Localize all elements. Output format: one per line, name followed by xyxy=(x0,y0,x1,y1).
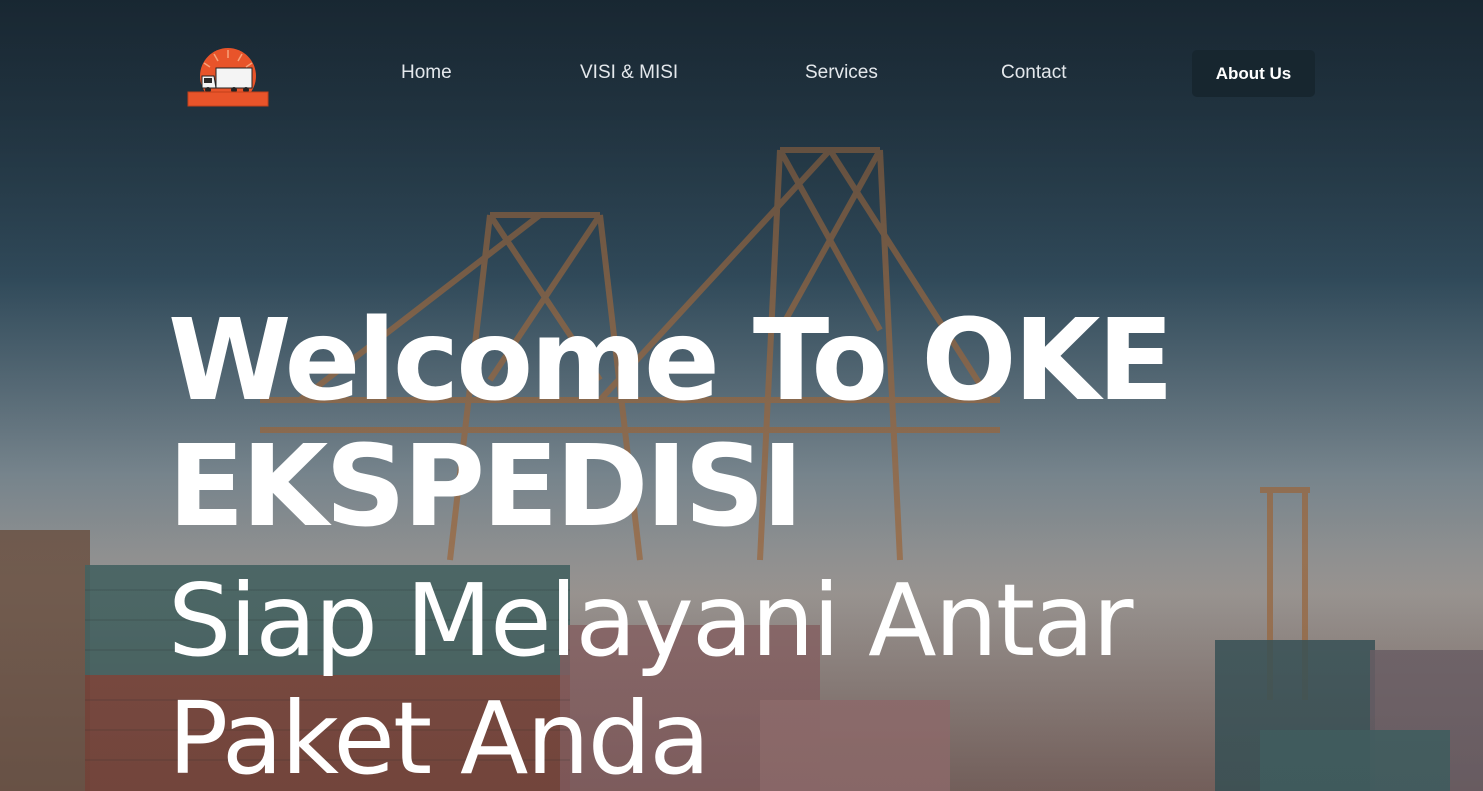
nav-link-contact[interactable]: Contact xyxy=(1001,62,1066,84)
truck-icon xyxy=(187,48,269,107)
hero-section: Home VISI & MISI Services Contact About … xyxy=(0,0,1483,791)
hero-subline: Siap Melayani Antar Paket Anda xyxy=(168,562,1133,791)
truck-logo[interactable] xyxy=(186,46,270,108)
nav-link-visi-misi[interactable]: VISI & MISI xyxy=(580,62,678,84)
nav-link-services[interactable]: Services xyxy=(805,62,878,84)
about-us-button[interactable]: About Us xyxy=(1192,50,1315,97)
nav-link-home[interactable]: Home xyxy=(401,62,452,84)
hero-headline: Welcome To OKE EKSPEDISI xyxy=(168,296,1174,552)
top-navigation: Home VISI & MISI Services Contact About … xyxy=(0,0,1483,150)
